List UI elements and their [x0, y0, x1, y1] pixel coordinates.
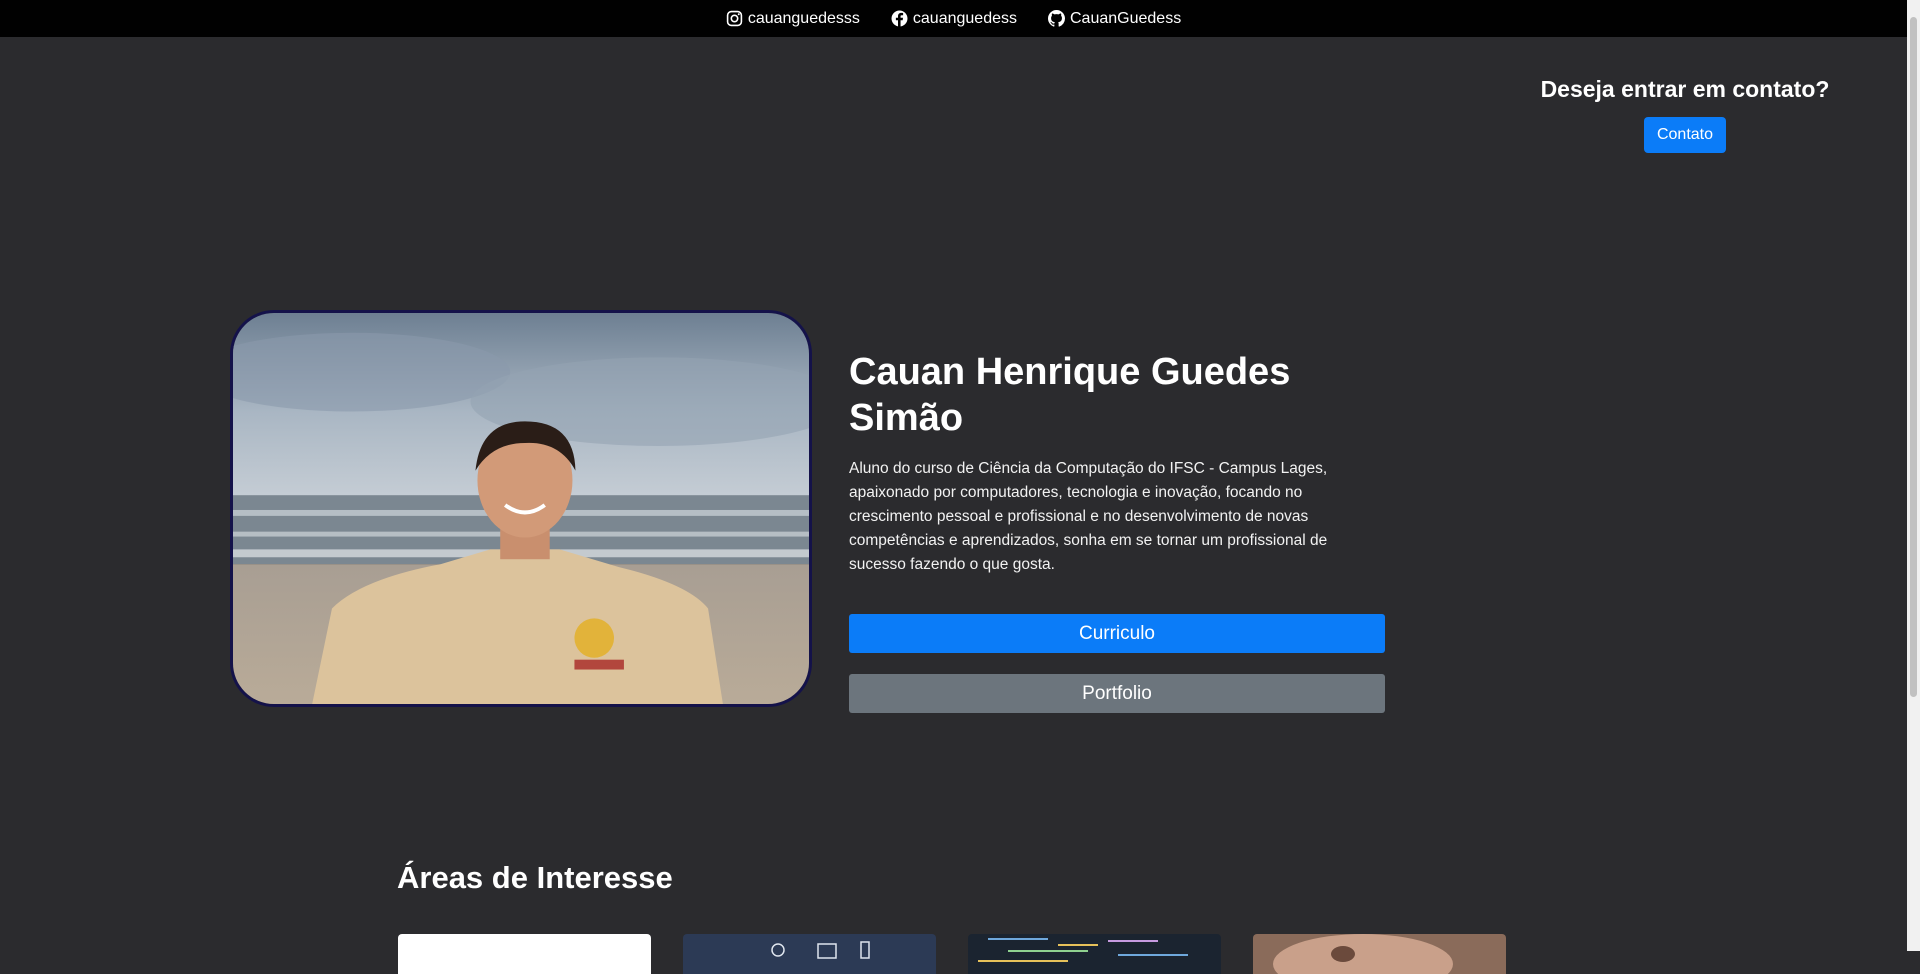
contact-button[interactable]: Contato [1643, 117, 1727, 153]
contact-title: Deseja entrar em contato? [1540, 76, 1830, 102]
instagram-label: cauanguedesss [747, 9, 860, 27]
area-card[interactable] [683, 934, 936, 974]
hero-section: Cauan Henrique Guedes Simão Aluno do cur… [849, 350, 1385, 714]
github-link[interactable]: CauanGuedess [1048, 10, 1181, 28]
social-topbar: cauanguedesss cauanguedess CauanGuedess [0, 0, 1907, 37]
contact-section: Deseja entrar em contato? Contato [1530, 76, 1840, 153]
area-card[interactable] [1253, 934, 1506, 974]
profile-name: Cauan Henrique Guedes Simão [849, 351, 1291, 439]
github-icon [1048, 10, 1065, 27]
profile-photo [230, 310, 812, 707]
facebook-label: cauanguedess [912, 9, 1017, 27]
curriculo-button[interactable]: Curriculo [849, 614, 1385, 654]
area-card[interactable] [968, 934, 1221, 974]
facebook-link[interactable]: cauanguedess [891, 10, 1017, 28]
instagram-link[interactable]: cauanguedesss [726, 10, 860, 28]
portfolio-button[interactable]: Portfolio [849, 674, 1385, 714]
area-card[interactable] [398, 934, 651, 974]
scrollbar-thumb[interactable] [1910, 17, 1917, 697]
github-label: CauanGuedess [1070, 9, 1182, 27]
profile-description: Aluno do curso de Ciência da Computação … [849, 460, 1328, 574]
areas-title: Áreas de Interesse [397, 860, 673, 895]
page-scrollbar[interactable] [1907, 0, 1920, 951]
areas-cards [398, 934, 1506, 974]
facebook-icon [891, 10, 908, 27]
instagram-icon [726, 10, 743, 27]
